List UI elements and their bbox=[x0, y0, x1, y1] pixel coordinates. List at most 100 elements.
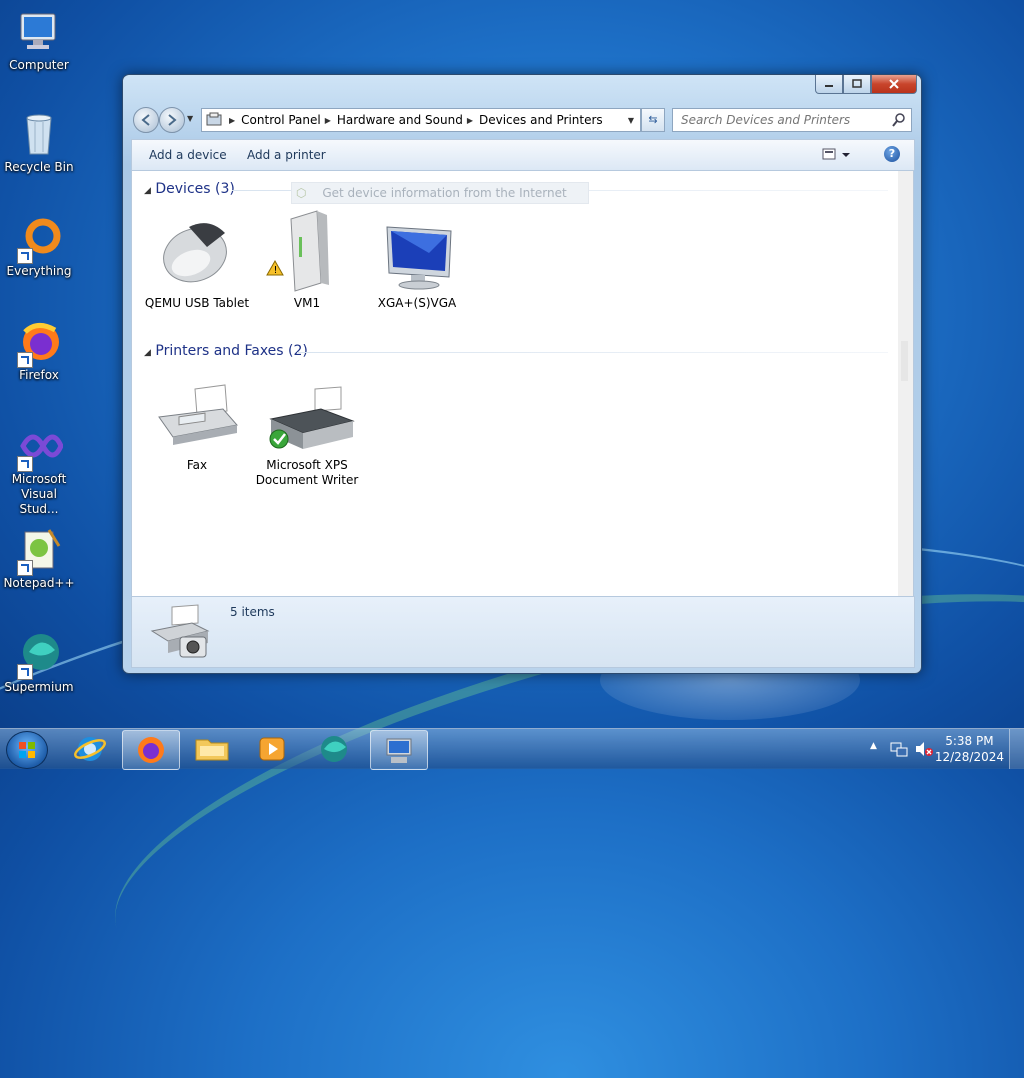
taskbar: ▲ 5:38 PM 12/28/2024 bbox=[0, 728, 1024, 770]
breadcrumb-devices-and-printers[interactable]: Devices and Printers bbox=[479, 113, 603, 127]
supermium-icon bbox=[321, 736, 347, 762]
desktop-icon-everything[interactable]: Everything bbox=[0, 214, 78, 279]
taskbar-devices-and-printers[interactable] bbox=[370, 730, 428, 770]
desktop-icon-label: Firefox bbox=[19, 368, 59, 382]
control-panel-icon bbox=[206, 112, 222, 126]
printer-label: Microsoft XPS Document Writer bbox=[255, 458, 359, 487]
refresh-button[interactable]: ⇆ bbox=[641, 108, 665, 132]
forward-button[interactable] bbox=[159, 107, 185, 133]
breadcrumb-control-panel[interactable]: Control Panel bbox=[241, 113, 321, 127]
device-item[interactable]: XGA+(S)VGA bbox=[362, 207, 472, 311]
show-desktop-button[interactable] bbox=[1009, 729, 1024, 769]
system-clock[interactable]: 5:38 PM 12/28/2024 bbox=[935, 733, 1004, 765]
add-printer-button[interactable]: Add a printer bbox=[247, 148, 326, 162]
taskbar-media-player[interactable] bbox=[244, 730, 300, 768]
close-icon bbox=[889, 79, 899, 89]
internet-explorer-icon bbox=[74, 737, 106, 761]
details-pane: 5 items bbox=[131, 596, 915, 668]
device-label: QEMU USB Tablet bbox=[144, 296, 250, 310]
breadcrumb-separator-icon: ▶ bbox=[466, 115, 473, 125]
computer-icon bbox=[15, 8, 63, 56]
help-icon: ? bbox=[888, 147, 896, 160]
collapse-arrow-icon: ◢ bbox=[144, 186, 151, 196]
taskbar-supermium[interactable] bbox=[306, 730, 362, 768]
breadcrumb-separator-icon: ▶ bbox=[324, 115, 331, 125]
refresh-icon: ⇆ bbox=[648, 113, 658, 126]
devices-group-header[interactable]: ◢ Devices (3) bbox=[144, 181, 235, 197]
device-item[interactable]: ! VM1 bbox=[252, 207, 362, 311]
vertical-scrollbar[interactable] bbox=[898, 170, 914, 597]
address-dropdown-icon[interactable]: ▼ bbox=[628, 116, 634, 125]
desktop-icon-label: Recycle Bin bbox=[4, 160, 74, 174]
recycle-bin-icon bbox=[15, 110, 63, 158]
device-label: XGA+(S)VGA bbox=[377, 296, 457, 310]
folder-icon bbox=[195, 739, 229, 761]
collapse-arrow-icon: ◢ bbox=[144, 348, 151, 358]
item-count: 5 items bbox=[230, 605, 275, 619]
search-box[interactable] bbox=[672, 108, 912, 132]
desktop-icon-label: Supermium bbox=[4, 680, 74, 694]
info-bar[interactable]: ⬡ Get device information from the Intern… bbox=[291, 182, 589, 204]
devices-view: ◢ Devices (3) ⬡ Get device information f… bbox=[131, 170, 899, 597]
maximize-button[interactable] bbox=[843, 75, 871, 94]
printer-item[interactable]: Fax bbox=[142, 369, 252, 473]
back-button[interactable] bbox=[133, 107, 159, 133]
desktop-icon-recycle-bin[interactable]: Recycle Bin bbox=[0, 110, 78, 175]
scroll-thumb[interactable] bbox=[901, 341, 908, 381]
desktop-icon-label: Everything bbox=[6, 264, 72, 278]
devices-and-printers-window: ▼ ▶ Control Panel ▶ Hardware and Sound ▶… bbox=[122, 74, 922, 674]
desktop-icon-label: Microsoft Visual Stud... bbox=[11, 472, 67, 516]
network-icon[interactable] bbox=[890, 741, 908, 760]
address-row: ▼ ▶ Control Panel ▶ Hardware and Sound ▶… bbox=[131, 105, 915, 133]
show-hidden-icons-button[interactable]: ▲ bbox=[870, 741, 877, 751]
mouse-icon bbox=[149, 207, 245, 293]
shortcut-arrow-icon bbox=[17, 456, 33, 472]
shortcut-arrow-icon bbox=[17, 352, 33, 368]
close-button[interactable] bbox=[871, 75, 917, 94]
device-item[interactable]: QEMU USB Tablet bbox=[142, 207, 252, 311]
devices-and-printers-icon bbox=[386, 738, 412, 763]
notepad-plus-plus-icon bbox=[15, 526, 63, 576]
change-view-button[interactable] bbox=[822, 148, 856, 165]
taskbar-firefox[interactable] bbox=[122, 730, 180, 770]
info-bar-text: Get device information from the Internet bbox=[322, 186, 567, 200]
shortcut-arrow-icon bbox=[17, 248, 33, 264]
printers-group-header[interactable]: ◢ Printers and Faxes (2) bbox=[144, 343, 308, 359]
printer-label: Fax bbox=[186, 458, 208, 472]
printer-icon bbox=[259, 369, 355, 455]
clock-date: 12/28/2024 bbox=[934, 750, 1004, 764]
monitor-icon bbox=[369, 207, 465, 293]
computer-tower-icon: ! bbox=[259, 207, 355, 293]
printer-item[interactable]: Microsoft XPS Document Writer bbox=[252, 369, 362, 488]
arrow-right-icon bbox=[168, 114, 177, 126]
minimize-button[interactable] bbox=[815, 75, 843, 94]
breadcrumb-hardware-and-sound[interactable]: Hardware and Sound bbox=[337, 113, 463, 127]
desktop-icon-label: Notepad++ bbox=[3, 576, 75, 590]
group-divider bbox=[297, 352, 888, 353]
start-button[interactable] bbox=[6, 731, 48, 769]
supermium-icon bbox=[15, 630, 63, 680]
address-bar[interactable]: ▶ Control Panel ▶ Hardware and Sound ▶ D… bbox=[201, 108, 641, 132]
devices-group-label: Devices (3) bbox=[155, 181, 235, 197]
desktop-icon-supermium[interactable]: Supermium bbox=[0, 630, 78, 695]
taskbar-internet-explorer[interactable] bbox=[62, 730, 118, 768]
shortcut-arrow-icon bbox=[17, 664, 33, 680]
desktop-icon-computer[interactable]: Computer bbox=[0, 8, 78, 73]
shield-icon: ⬡ bbox=[296, 186, 307, 200]
volume-muted-icon[interactable] bbox=[914, 741, 934, 760]
clock-time: 5:38 PM bbox=[945, 734, 994, 748]
taskbar-file-explorer[interactable] bbox=[184, 730, 240, 768]
arrow-left-icon bbox=[141, 114, 150, 126]
desktop-icon-visual-studio[interactable]: Microsoft Visual Stud... bbox=[0, 422, 78, 517]
search-input[interactable] bbox=[679, 112, 883, 128]
desktop-icon-notepad-plus-plus[interactable]: Notepad++ bbox=[0, 526, 78, 591]
breadcrumb-separator-icon: ▶ bbox=[229, 115, 236, 125]
minimize-icon bbox=[825, 85, 833, 87]
add-device-button[interactable]: Add a device bbox=[149, 148, 227, 162]
help-button[interactable]: ? bbox=[884, 146, 900, 162]
command-bar: Add a device Add a printer ? bbox=[131, 139, 915, 170]
recent-pages-dropdown[interactable]: ▼ bbox=[187, 114, 193, 123]
desktop-icon-firefox[interactable]: Firefox bbox=[0, 318, 78, 383]
firefox-icon bbox=[138, 737, 164, 763]
svg-text:!: ! bbox=[274, 265, 278, 276]
